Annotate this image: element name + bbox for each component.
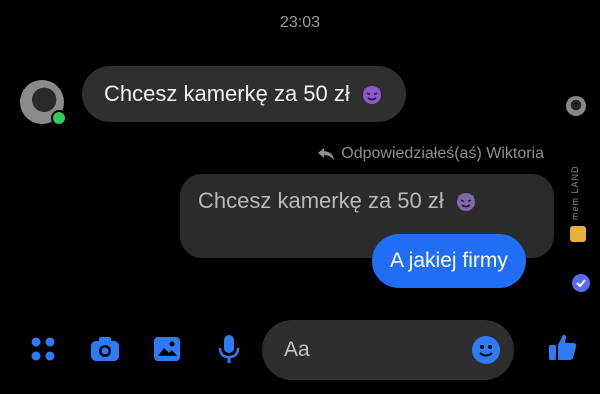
reply-context-text: Odpowiedziałeś(aś) Wiktoria bbox=[341, 145, 544, 162]
message-input-placeholder: Aa bbox=[284, 338, 310, 361]
outgoing-message-text: A jakiej firmy bbox=[390, 249, 508, 272]
read-receipt-avatar bbox=[566, 96, 586, 116]
reply-arrow-icon bbox=[318, 148, 335, 160]
outgoing-message-bubble[interactable]: A jakiej firmy bbox=[372, 234, 526, 288]
quoted-message-text: Chcesz kamerkę za 50 zł bbox=[198, 188, 444, 213]
devil-emoji-icon bbox=[360, 82, 384, 106]
incoming-message-bubble[interactable]: Chcesz kamerkę za 50 zł bbox=[82, 66, 406, 122]
watermark-text: mem LAND bbox=[570, 165, 580, 220]
devil-emoji-icon bbox=[454, 189, 478, 213]
watermark-logo bbox=[570, 226, 586, 242]
camera-icon[interactable] bbox=[88, 332, 122, 366]
emoji-icon[interactable] bbox=[472, 336, 500, 364]
online-status-icon bbox=[51, 110, 67, 126]
like-icon[interactable] bbox=[546, 330, 580, 364]
microphone-icon[interactable] bbox=[212, 332, 246, 366]
seen-indicator-icon bbox=[572, 274, 590, 292]
apps-icon[interactable] bbox=[26, 332, 60, 366]
incoming-message-text: Chcesz kamerkę za 50 zł bbox=[104, 81, 350, 106]
reply-context-label: Odpowiedziałeś(aś) Wiktoria bbox=[317, 145, 544, 163]
quoted-message: Chcesz kamerkę za 50 zł bbox=[198, 188, 478, 214]
image-icon[interactable] bbox=[150, 332, 184, 366]
message-timestamp: 23:03 bbox=[279, 14, 321, 31]
